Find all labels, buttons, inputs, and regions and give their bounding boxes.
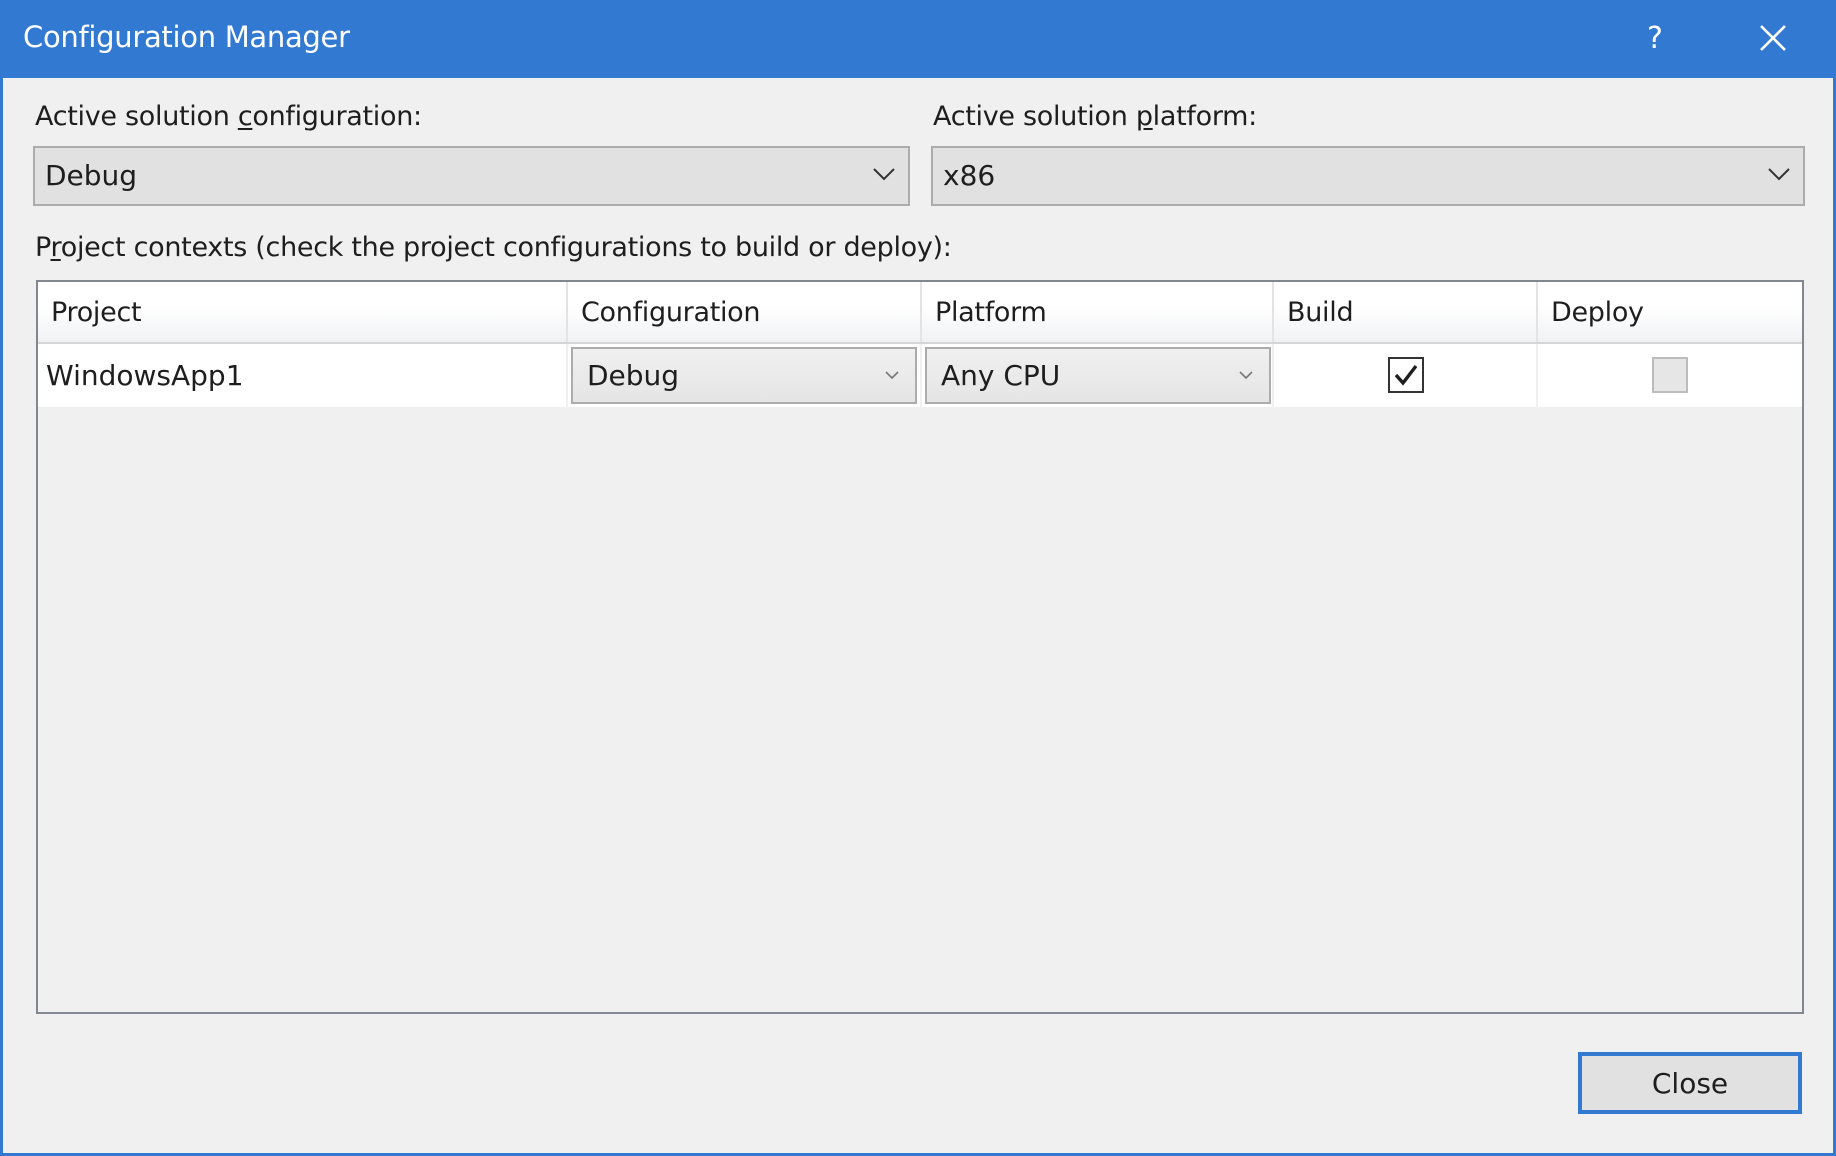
project-platform-dropdown[interactable]: Any CPU xyxy=(925,347,1271,404)
label-text: Active solution xyxy=(35,101,238,132)
active-configuration-value: Debug xyxy=(45,159,138,192)
project-configuration-dropdown[interactable]: Debug xyxy=(571,347,917,404)
column-header-configuration[interactable]: Configuration xyxy=(568,282,922,342)
active-platform-label: Active solution platform: xyxy=(933,101,1257,132)
column-header-deploy[interactable]: Deploy xyxy=(1538,282,1802,342)
column-header-project[interactable]: Project xyxy=(38,282,568,342)
mnemonic-char: c xyxy=(237,101,253,132)
window-title: Configuration Manager xyxy=(23,20,350,54)
label-text: oject contexts (check the project config… xyxy=(60,232,952,263)
column-header-build[interactable]: Build xyxy=(1274,282,1538,342)
cell-build xyxy=(1274,344,1538,407)
cell-project: WindowsApp1 xyxy=(38,344,568,407)
active-platform-value: x86 xyxy=(943,159,996,192)
label-text: P xyxy=(35,232,51,263)
chevron-down-icon xyxy=(1239,371,1253,380)
active-platform-dropdown[interactable]: x86 xyxy=(931,146,1805,206)
help-button[interactable]: ? xyxy=(1625,12,1685,64)
project-name: WindowsApp1 xyxy=(46,359,244,392)
project-contexts-label: Project contexts (check the project conf… xyxy=(35,232,952,263)
deploy-checkbox[interactable] xyxy=(1652,357,1688,393)
project-configuration-value: Debug xyxy=(587,359,680,392)
cell-deploy xyxy=(1538,344,1802,407)
chevron-down-icon xyxy=(873,168,895,181)
configuration-manager-dialog: Configuration Manager ? Active solution … xyxy=(0,0,1836,1156)
close-x-icon xyxy=(1760,25,1786,51)
title-bar: Configuration Manager ? xyxy=(0,0,1836,78)
active-configuration-dropdown[interactable]: Debug xyxy=(33,146,910,206)
cell-platform: Any CPU xyxy=(922,344,1274,407)
project-platform-value: Any CPU xyxy=(941,359,1061,392)
label-text: onfiguration: xyxy=(252,101,422,132)
chevron-down-icon xyxy=(1768,168,1790,181)
close-button[interactable]: Close xyxy=(1578,1052,1802,1114)
cell-configuration: Debug xyxy=(568,344,922,407)
chevron-down-icon xyxy=(885,371,899,380)
grid-header: Project Configuration Platform Build Dep… xyxy=(38,282,1802,344)
checkmark-icon xyxy=(1394,364,1418,386)
build-checkbox[interactable] xyxy=(1388,357,1424,393)
active-configuration-label: Active solution configuration: xyxy=(35,101,422,132)
table-row[interactable]: WindowsApp1 Debug Any CPU xyxy=(38,344,1802,407)
mnemonic-char: r xyxy=(50,232,62,263)
column-header-platform[interactable]: Platform xyxy=(922,282,1274,342)
label-text: latform: xyxy=(1152,101,1258,132)
question-mark-icon: ? xyxy=(1647,20,1663,56)
project-contexts-grid: Project Configuration Platform Build Dep… xyxy=(36,280,1804,1014)
label-text: Active solution xyxy=(933,101,1136,132)
close-window-button[interactable] xyxy=(1743,12,1803,64)
mnemonic-char: p xyxy=(1135,101,1153,132)
